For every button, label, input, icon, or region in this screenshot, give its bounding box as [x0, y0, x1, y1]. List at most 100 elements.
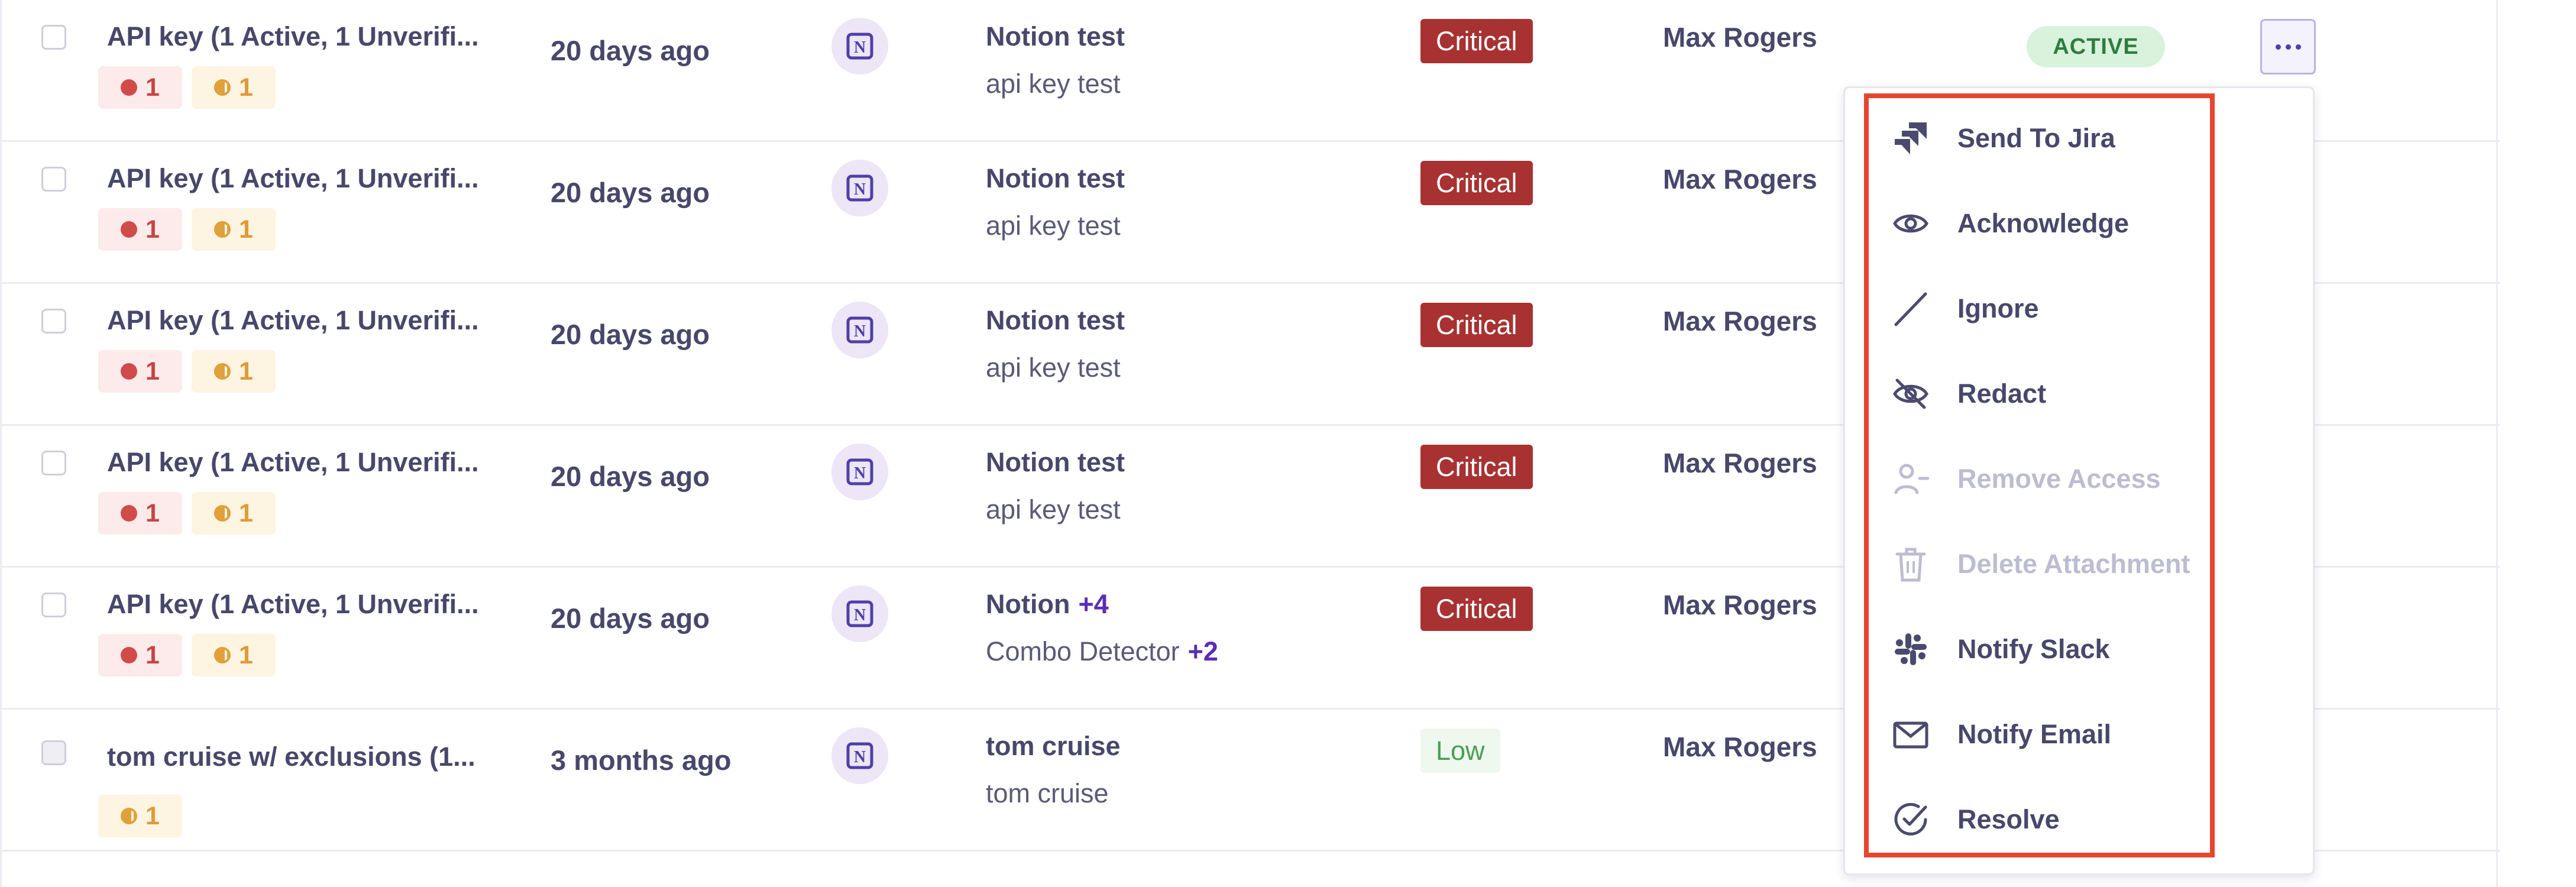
svg-text:N: N	[854, 748, 866, 766]
time-ago: 20 days ago	[551, 319, 710, 350]
svg-text:N: N	[854, 180, 866, 199]
menu-item-resolve[interactable]: Resolve	[1891, 796, 2060, 843]
row-actions-button[interactable]	[2260, 19, 2316, 75]
check-circle-icon	[1891, 800, 1930, 839]
detector-name: Notion +4	[986, 589, 1109, 619]
menu-item-send-to-jira[interactable]: Send To Jira	[1891, 115, 2115, 162]
finding-title[interactable]: tom cruise w/ exclusions (1...	[107, 742, 475, 772]
red-dot-icon	[121, 79, 138, 96]
finding-badges: 1	[98, 795, 182, 837]
owner-name: Max Rogers	[1663, 306, 1817, 336]
unverified-count-badge: 1	[192, 66, 276, 109]
row-checkbox[interactable]	[41, 25, 66, 50]
menu-item-acknowledge[interactable]: Acknowledge	[1891, 200, 2129, 247]
detector-name: Notion test	[986, 163, 1125, 193]
menu-item-remove-access[interactable]: Remove Access	[1891, 455, 2161, 503]
svg-text:N: N	[854, 464, 866, 483]
finding-title[interactable]: API key (1 Active, 1 Unverifi...	[107, 163, 479, 194]
finding-title[interactable]: API key (1 Active, 1 Unverifi...	[107, 21, 479, 52]
detector-more-count[interactable]: +4	[1078, 589, 1108, 619]
row-checkbox[interactable]	[41, 309, 66, 334]
finding-badges: 1 1	[98, 208, 276, 251]
detector-sub: api key test	[986, 69, 1121, 99]
row-checkbox[interactable]	[41, 451, 66, 475]
menu-item-delete-attachment[interactable]: Delete Attachment	[1891, 540, 2190, 588]
owner-name: Max Rogers	[1663, 164, 1817, 195]
finding-title[interactable]: API key (1 Active, 1 Unverifi...	[107, 305, 479, 336]
severity-badge: Low	[1420, 729, 1500, 773]
detector-name: Notion test	[986, 447, 1125, 477]
detector-sub-more-count[interactable]: +2	[1188, 636, 1218, 666]
notion-icon: N	[831, 160, 888, 216]
notion-icon: N	[831, 585, 888, 642]
detector-name: Notion test	[986, 21, 1125, 51]
time-ago: 20 days ago	[551, 35, 710, 66]
finding-title[interactable]: API key (1 Active, 1 Unverifi...	[107, 589, 479, 620]
menu-item-redact[interactable]: Redact	[1891, 370, 2046, 417]
svg-text:N: N	[854, 322, 866, 341]
menu-item-notify-email[interactable]: Notify Email	[1891, 711, 2111, 758]
half-dot-icon	[214, 79, 231, 96]
severity-badge: Critical	[1420, 445, 1533, 489]
active-count-badge: 1	[98, 634, 182, 676]
detector-sub: api key test	[986, 352, 1121, 383]
finding-badges: 1 1	[98, 492, 276, 535]
owner-name: Max Rogers	[1663, 590, 1817, 620]
owner-name: Max Rogers	[1663, 448, 1817, 478]
unverified-count-badge: 1	[192, 350, 276, 393]
time-ago: 3 months ago	[551, 744, 732, 776]
slack-icon	[1891, 630, 1930, 669]
time-ago: 20 days ago	[551, 461, 710, 492]
unverified-count-badge: 1	[192, 492, 276, 535]
severity-badge: Critical	[1420, 161, 1533, 205]
owner-name: Max Rogers	[1663, 22, 1817, 53]
time-ago: 20 days ago	[551, 603, 710, 634]
time-ago: 20 days ago	[551, 177, 710, 208]
row-checkbox[interactable]	[41, 593, 66, 617]
svg-text:N: N	[854, 606, 866, 624]
detector-name: tom cruise	[986, 731, 1121, 761]
finding-badges: 1 1	[98, 66, 276, 109]
mail-icon	[1891, 715, 1930, 754]
red-dot-icon	[121, 363, 138, 380]
active-count-badge: 1	[98, 66, 182, 109]
menu-item-ignore[interactable]: Ignore	[1891, 285, 2039, 332]
severity-badge: Critical	[1420, 19, 1533, 63]
detector-sub: api key test	[986, 494, 1121, 525]
detector-sub: tom cruise	[986, 778, 1109, 808]
notion-icon: N	[831, 302, 888, 358]
finding-badges: 1 1	[98, 350, 276, 393]
user-minus-icon	[1891, 459, 1930, 498]
active-count-badge: 1	[98, 350, 182, 393]
active-count-badge: 1	[98, 492, 182, 535]
row-checkbox[interactable]	[41, 167, 66, 192]
notion-icon: N	[831, 727, 888, 784]
half-dot-icon	[214, 363, 231, 380]
severity-badge: Critical	[1420, 303, 1533, 347]
half-dot-icon	[214, 505, 231, 522]
detector-sub: Combo Detector +2	[986, 636, 1218, 666]
notion-icon: N	[831, 444, 888, 500]
eye-icon	[1891, 204, 1930, 243]
half-dot-icon	[214, 221, 231, 238]
severity-badge: Critical	[1420, 587, 1533, 631]
half-dot-icon	[121, 808, 138, 824]
slash-icon	[1891, 289, 1930, 328]
unverified-count-badge: 1	[192, 208, 276, 251]
status-badge: ACTIVE	[2027, 26, 2165, 67]
finding-title[interactable]: API key (1 Active, 1 Unverifi...	[107, 447, 479, 478]
red-dot-icon	[121, 647, 138, 663]
red-dot-icon	[121, 221, 138, 238]
menu-item-notify-slack[interactable]: Notify Slack	[1891, 626, 2110, 673]
eye-off-icon	[1891, 374, 1930, 413]
trash-icon	[1891, 545, 1930, 584]
jira-icon	[1891, 119, 1930, 158]
more-dots-icon	[2275, 44, 2281, 50]
detector-name: Notion test	[986, 305, 1125, 335]
owner-name: Max Rogers	[1663, 731, 1817, 762]
half-dot-icon	[214, 647, 231, 663]
svg-text:N: N	[854, 38, 866, 57]
unverified-count-badge: 1	[98, 795, 182, 837]
row-checkbox[interactable]	[41, 740, 66, 765]
active-count-badge: 1	[98, 208, 182, 251]
